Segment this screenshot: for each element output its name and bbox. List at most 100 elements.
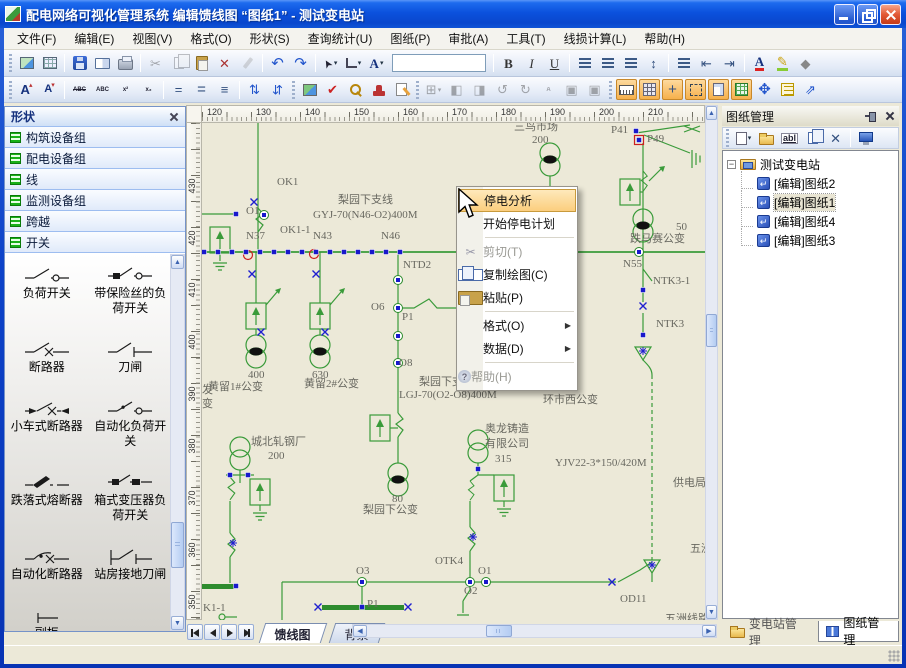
shrink-font-button[interactable]: A▾: [39, 79, 60, 100]
publish-drawing-button[interactable]: [855, 128, 876, 149]
toolbar-grip[interactable]: [9, 81, 12, 99]
ungroup-button[interactable]: ▣: [584, 79, 605, 100]
shape-automated-load-switch[interactable]: 自动化负荷开关: [89, 397, 173, 449]
insert-picture-button[interactable]: [299, 79, 320, 100]
shapes-scrollbar[interactable]: ▲ ▼: [170, 254, 185, 631]
app-icon[interactable]: [5, 6, 21, 22]
highlight-button[interactable]: ✎: [772, 53, 793, 74]
toolbar-grip[interactable]: [609, 81, 612, 99]
canvas-vertical-scrollbar[interactable]: ▲ ▼: [705, 105, 718, 620]
shape-group-switches[interactable]: 开关: [5, 232, 185, 253]
scroll-up-icon[interactable]: ▲: [171, 255, 184, 269]
scroll-up-icon[interactable]: ▲: [706, 106, 717, 120]
toggle-guides-button[interactable]: +: [662, 79, 683, 100]
toggle-grid-button[interactable]: [639, 79, 660, 100]
delete-drawing-button[interactable]: ✕: [825, 128, 846, 149]
shape-circuit-breaker[interactable]: 断路器: [5, 338, 89, 375]
shape-group-crossings[interactable]: 跨越: [5, 211, 185, 232]
flip-horizontal-button[interactable]: ◧: [446, 79, 467, 100]
rotate-right-button[interactable]: ↻: [515, 79, 536, 100]
toolbar-grip[interactable]: [416, 81, 419, 99]
find-button[interactable]: [345, 79, 366, 100]
shape-auxiliary-cabinet[interactable]: 副柜: [5, 604, 89, 631]
scroll-left-icon[interactable]: ◀: [353, 625, 367, 637]
rotate-left-button[interactable]: ↺: [492, 79, 513, 100]
bullets-button[interactable]: [673, 53, 694, 74]
undo-button[interactable]: ↶: [267, 53, 288, 74]
zoom-combobox[interactable]: [392, 54, 486, 72]
line-spacing-double-button[interactable]: =: [191, 79, 212, 100]
flip-vertical-button[interactable]: ◨: [469, 79, 490, 100]
toggle-selection-button[interactable]: [685, 79, 706, 100]
scrollbar-thumb[interactable]: [171, 522, 184, 568]
restore-button[interactable]: [857, 4, 878, 25]
toggle-pagebreaks-button[interactable]: [708, 79, 729, 100]
open-drawing-button[interactable]: [756, 128, 777, 149]
toolbar-grip[interactable]: [292, 81, 295, 99]
shape-dropout-fuse[interactable]: 跌落式熔断器: [5, 471, 89, 523]
pin-icon[interactable]: [865, 110, 877, 122]
paste-button[interactable]: [191, 53, 212, 74]
rotate-text-button[interactable]: A: [538, 79, 559, 100]
tab-substation-management[interactable]: 变电站管理: [722, 621, 816, 642]
pointer-tool-button[interactable]: ➤▾: [320, 53, 341, 74]
shape-group-distribution[interactable]: 配电设备组: [5, 148, 185, 169]
toolbar-grip[interactable]: [9, 54, 12, 72]
menu-data[interactable]: 数据(D)▶: [458, 337, 576, 360]
menu-format[interactable]: 格式(O)▶: [458, 314, 576, 337]
scroll-down-icon[interactable]: ▼: [706, 605, 717, 619]
cut-button[interactable]: ✂: [145, 53, 166, 74]
fill-color-button[interactable]: ◆: [795, 53, 816, 74]
align-center-button[interactable]: [597, 53, 618, 74]
shape-box-transformer-load-switch[interactable]: 箱式变压器负荷开关: [89, 471, 173, 523]
panel-close-icon[interactable]: [885, 111, 895, 121]
first-page-button[interactable]: [187, 624, 203, 640]
strikethrough-button[interactable]: ABC: [69, 79, 90, 100]
scroll-down-icon[interactable]: ▼: [171, 616, 184, 630]
increase-indent-button[interactable]: ⇥: [719, 53, 740, 74]
new-diagram-button[interactable]: [16, 53, 37, 74]
previous-page-button[interactable]: [204, 624, 220, 640]
spell-check-button[interactable]: ✔: [322, 79, 343, 100]
connector-arrows-button[interactable]: ⇗: [800, 79, 821, 100]
shape-automated-breaker[interactable]: 自动化断路器: [5, 545, 89, 582]
font-color-button[interactable]: A: [749, 53, 770, 74]
menu-item-4[interactable]: 形状(S): [241, 27, 299, 50]
menu-paste[interactable]: 粘贴(P): [458, 286, 576, 309]
decrease-indent-button[interactable]: ⇤: [696, 53, 717, 74]
menu-item-1[interactable]: 编辑(E): [65, 27, 123, 50]
canvas-horizontal-scrollbar[interactable]: ◀ ▶: [352, 624, 717, 638]
datasheet-button[interactable]: [39, 53, 60, 74]
italic-button[interactable]: I: [521, 53, 542, 74]
diagram-canvas[interactable]: 三鸟市场200P41P49OK1O1梨园下支线GYJ-70(N46-O2)400…: [202, 123, 705, 620]
connector-tool-button[interactable]: ▾: [343, 53, 364, 74]
tree-item-drawing-3[interactable]: [编辑]图纸3: [739, 231, 896, 250]
edit-note-button[interactable]: [391, 79, 412, 100]
tab-feeder-diagram[interactable]: 馈线图: [259, 623, 328, 643]
tree-item-drawing-2[interactable]: [编辑]图纸4: [739, 212, 896, 231]
line-spacing-multi-button[interactable]: ≡: [214, 79, 235, 100]
collapse-icon[interactable]: [727, 160, 736, 169]
menu-item-9[interactable]: 线损计算(L): [555, 27, 636, 50]
next-page-button[interactable]: [221, 624, 237, 640]
grow-font-button[interactable]: A▴: [16, 79, 37, 100]
shape-group-monitoring[interactable]: 监测设备组: [5, 190, 185, 211]
space-after-button[interactable]: ⇅: [267, 79, 288, 100]
menu-item-2[interactable]: 视图(V): [123, 27, 181, 50]
rename-drawing-button[interactable]: abl: [779, 128, 800, 149]
shape-station-ground-knife[interactable]: 站房接地刀闸: [89, 545, 173, 582]
scroll-right-icon[interactable]: ▶: [702, 625, 716, 637]
bold-button[interactable]: B: [498, 53, 519, 74]
align-right-button[interactable]: [620, 53, 641, 74]
shape-trolley-breaker[interactable]: 小车式断路器: [5, 397, 89, 449]
menu-item-0[interactable]: 文件(F): [8, 27, 65, 50]
redo-button[interactable]: ↷: [290, 53, 311, 74]
double-strikethrough-button[interactable]: ABC: [92, 79, 113, 100]
tree-item-drawing-1[interactable]: [编辑]图纸1: [739, 193, 896, 212]
new-drawing-button[interactable]: ▾: [733, 128, 754, 149]
close-button[interactable]: [880, 4, 901, 25]
menu-item-6[interactable]: 图纸(P): [381, 27, 439, 50]
superscript-button[interactable]: x²: [115, 79, 136, 100]
group-button[interactable]: ▣: [561, 79, 582, 100]
pan-zoom-button[interactable]: ✥: [754, 79, 775, 100]
